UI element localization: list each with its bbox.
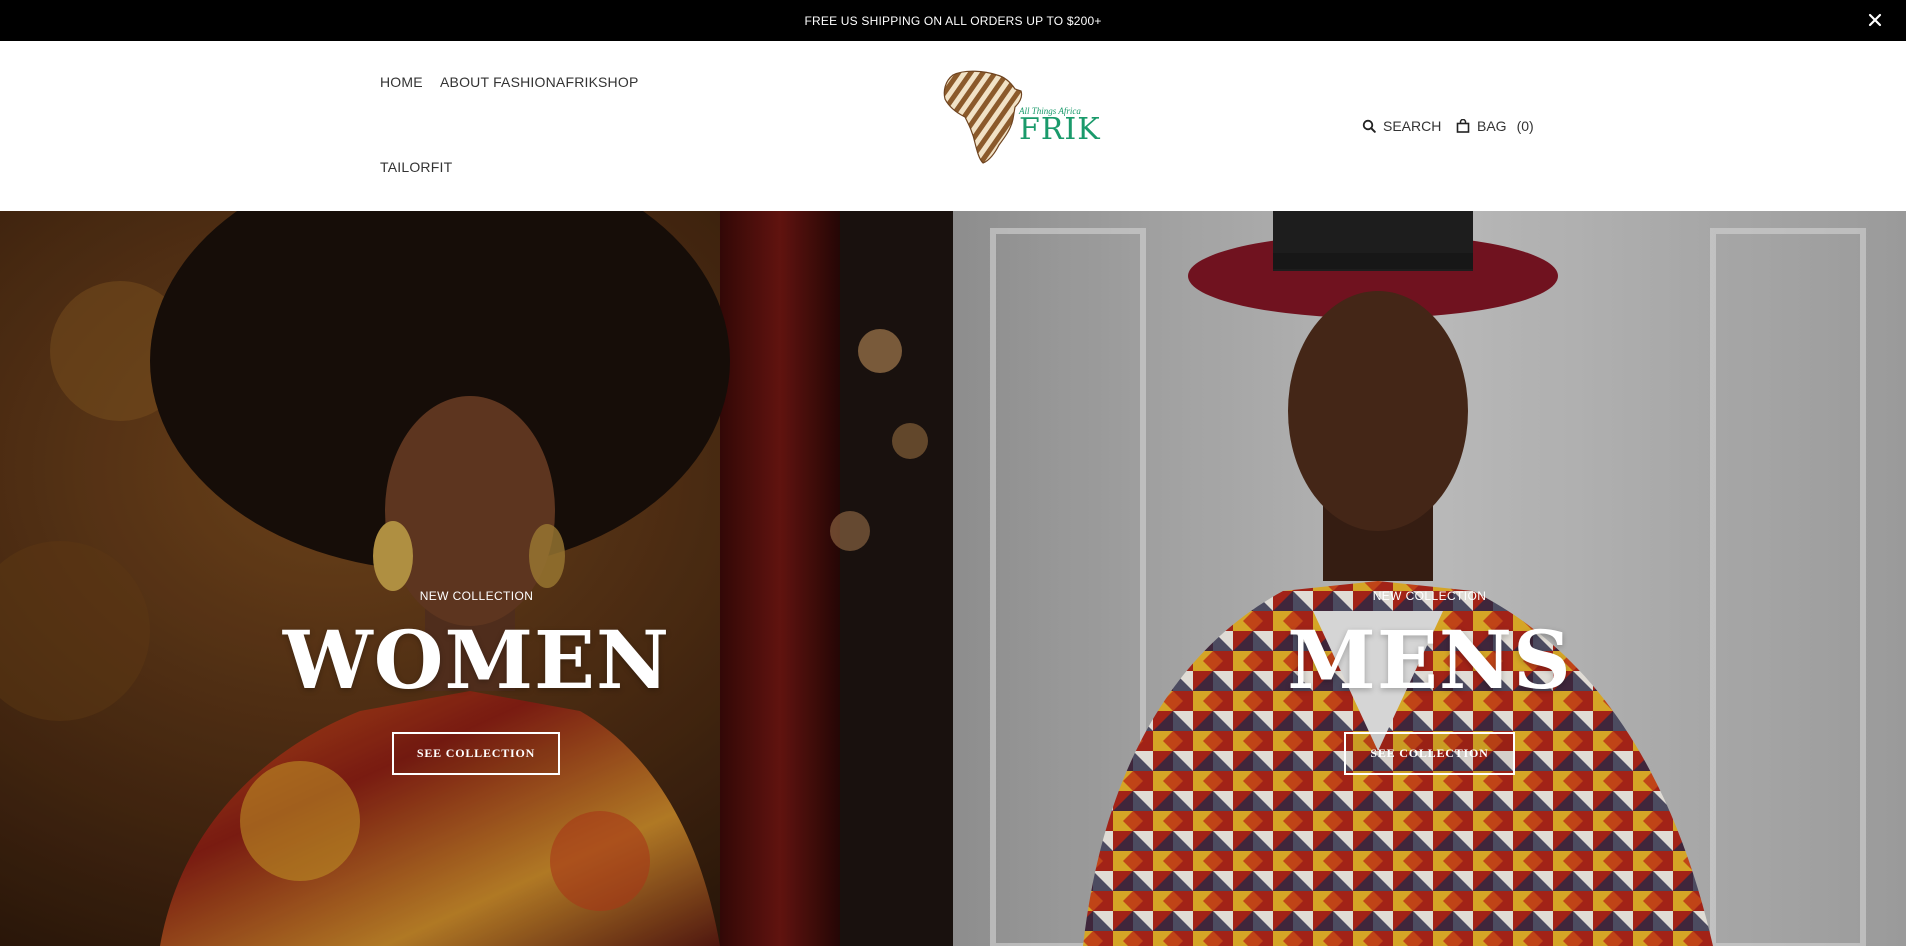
- hero-women-panel[interactable]: NEW COLLECTION WOMEN SEE COLLECTION: [0, 211, 953, 946]
- logo-wordmark: FRIK: [1019, 112, 1101, 147]
- hero-mens-panel[interactable]: NEW COLLECTION MENS SEE COLLECTION: [953, 211, 1906, 946]
- mens-eyebrow: NEW COLLECTION: [1372, 589, 1487, 603]
- announcement-text: FREE US SHIPPING ON ALL ORDERS UP TO $20…: [804, 13, 1102, 28]
- nav-home[interactable]: HOME: [380, 74, 423, 90]
- bag-button[interactable]: BAG (0): [1456, 118, 1534, 134]
- nav-tailorfit[interactable]: TAILORFIT: [380, 159, 452, 175]
- search-label: SEARCH: [1383, 118, 1442, 134]
- women-eyebrow: NEW COLLECTION: [419, 589, 534, 603]
- women-title: WOMEN: [282, 613, 671, 707]
- bag-count: (0): [1516, 118, 1534, 134]
- women-see-collection-button[interactable]: SEE COLLECTION: [392, 732, 560, 775]
- close-icon[interactable]: [1866, 11, 1884, 29]
- mens-title: MENS: [1287, 613, 1572, 707]
- africa-map-icon: [943, 70, 1023, 164]
- search-icon: [1362, 119, 1376, 133]
- announcement-bar: FREE US SHIPPING ON ALL ORDERS UP TO $20…: [0, 0, 1906, 41]
- nav-about-fashionafrik[interactable]: ABOUT FASHIONAFRIK: [440, 74, 598, 90]
- nav-shop[interactable]: SHOP: [598, 74, 638, 90]
- mens-hero-image: [953, 211, 1906, 946]
- brand-logo[interactable]: All Things Africa FRIK: [935, 67, 1105, 167]
- bag-label: BAG: [1477, 118, 1507, 134]
- search-button[interactable]: SEARCH: [1362, 118, 1441, 134]
- site-header: HOME ABOUT FASHIONAFRIK SHOP TAILORFIT A…: [0, 41, 1906, 211]
- women-hero-image: [0, 211, 953, 946]
- bag-icon: [1456, 119, 1470, 133]
- mens-see-collection-button[interactable]: SEE COLLECTION: [1344, 732, 1515, 775]
